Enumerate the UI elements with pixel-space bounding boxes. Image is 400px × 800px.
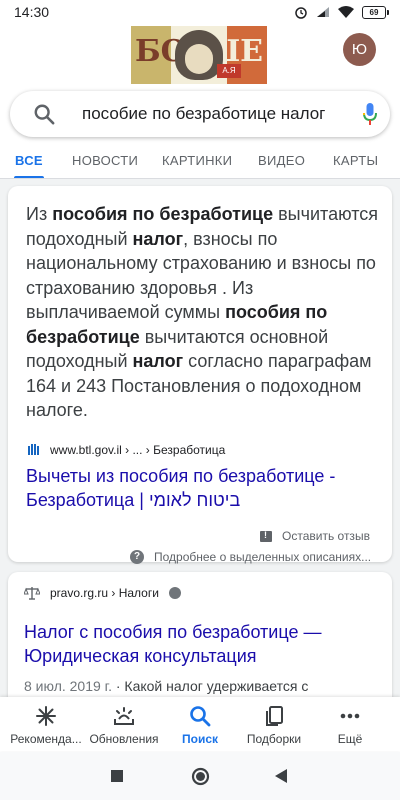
bottom-navigation: Рекоменда... Обновления Поиск Подборки Е…: [0, 697, 400, 751]
btl-favicon-icon: [26, 442, 42, 458]
feedback-icon: [260, 530, 272, 542]
nav-search[interactable]: Поиск: [160, 705, 240, 746]
result-date: 8 июл. 2019 г.: [24, 678, 112, 694]
signal-icon: [317, 7, 329, 17]
result-source[interactable]: pravo.rg.ru › Налоги: [24, 586, 181, 600]
recent-apps-icon[interactable]: [110, 769, 124, 783]
result-title-link[interactable]: Налог с пособия по безработице — Юридиче…: [24, 620, 380, 668]
search-result-card: pravo.rg.ru › Налоги Налог с пособия по …: [8, 572, 392, 712]
nav-more[interactable]: Ещё: [310, 705, 390, 746]
feedback-button[interactable]: Оставить отзыв: [260, 529, 370, 543]
tab-news[interactable]: НОВОСТИ: [72, 153, 138, 168]
asterisk-icon: [36, 706, 56, 726]
status-bar: 14:30 69: [0, 0, 400, 24]
scales-favicon-icon: [24, 587, 40, 600]
wifi-icon: [338, 6, 354, 18]
back-icon[interactable]: [274, 768, 288, 784]
mic-icon[interactable]: [362, 102, 378, 126]
nav-updates[interactable]: Обновления: [84, 705, 164, 746]
status-icons: 69: [294, 5, 389, 19]
about-featured-snippets-link[interactable]: ? Подробнее о выделенных описаниях...: [130, 550, 371, 564]
snippet-result-link[interactable]: Вычеты из пособия по безработице - Безра…: [26, 464, 382, 512]
collections-icon: [266, 706, 283, 726]
nav-discover[interactable]: Рекоменда...: [6, 705, 86, 746]
tab-video[interactable]: ВИДЕО: [258, 153, 305, 168]
help-icon: ?: [130, 550, 144, 564]
tab-images[interactable]: КАРТИНКИ: [162, 153, 232, 168]
google-doodle[interactable]: БО ШЕ А.Я: [131, 26, 267, 84]
home-icon[interactable]: [191, 767, 210, 786]
system-navigation-bar: [0, 752, 400, 800]
featured-snippet-card: Из пособия по безработице вычитаются под…: [8, 186, 392, 564]
tab-maps[interactable]: КАРТЫ: [333, 153, 378, 168]
doodle-tag: А.Я: [217, 64, 241, 78]
nav-collections[interactable]: Подборки: [234, 705, 314, 746]
search-icon[interactable]: [33, 103, 55, 125]
snippet-source[interactable]: www.btl.gov.il › ... › Безработица: [26, 442, 225, 458]
account-avatar[interactable]: Ю: [343, 33, 376, 66]
featured-snippet-text: Из пособия по безработице вычитаются под…: [26, 204, 378, 420]
doodle-portrait: [175, 30, 223, 80]
search-tabs: ВСЕ НОВОСТИ КАРТИНКИ ВИДЕО КАРТЫ: [0, 146, 400, 178]
search-nav-icon: [190, 706, 211, 727]
result-snippet: 8 июл. 2019 г. · Какой налог удерживаетс…: [24, 678, 309, 694]
tab-all[interactable]: ВСЕ: [15, 153, 43, 168]
search-query[interactable]: пособие по безработице налог: [82, 104, 325, 124]
alarm-icon: [295, 7, 307, 19]
google-app-screen: 14:30 69 БО ШЕ А.Я Ю пособие по безработ…: [0, 0, 400, 800]
battery-indicator: 69: [362, 5, 389, 19]
search-box[interactable]: пособие по безработице налог: [10, 91, 390, 137]
more-dots-icon: [340, 713, 360, 719]
status-time: 14:30: [14, 4, 50, 20]
updates-icon: [114, 707, 134, 725]
amp-icon: [168, 587, 181, 599]
